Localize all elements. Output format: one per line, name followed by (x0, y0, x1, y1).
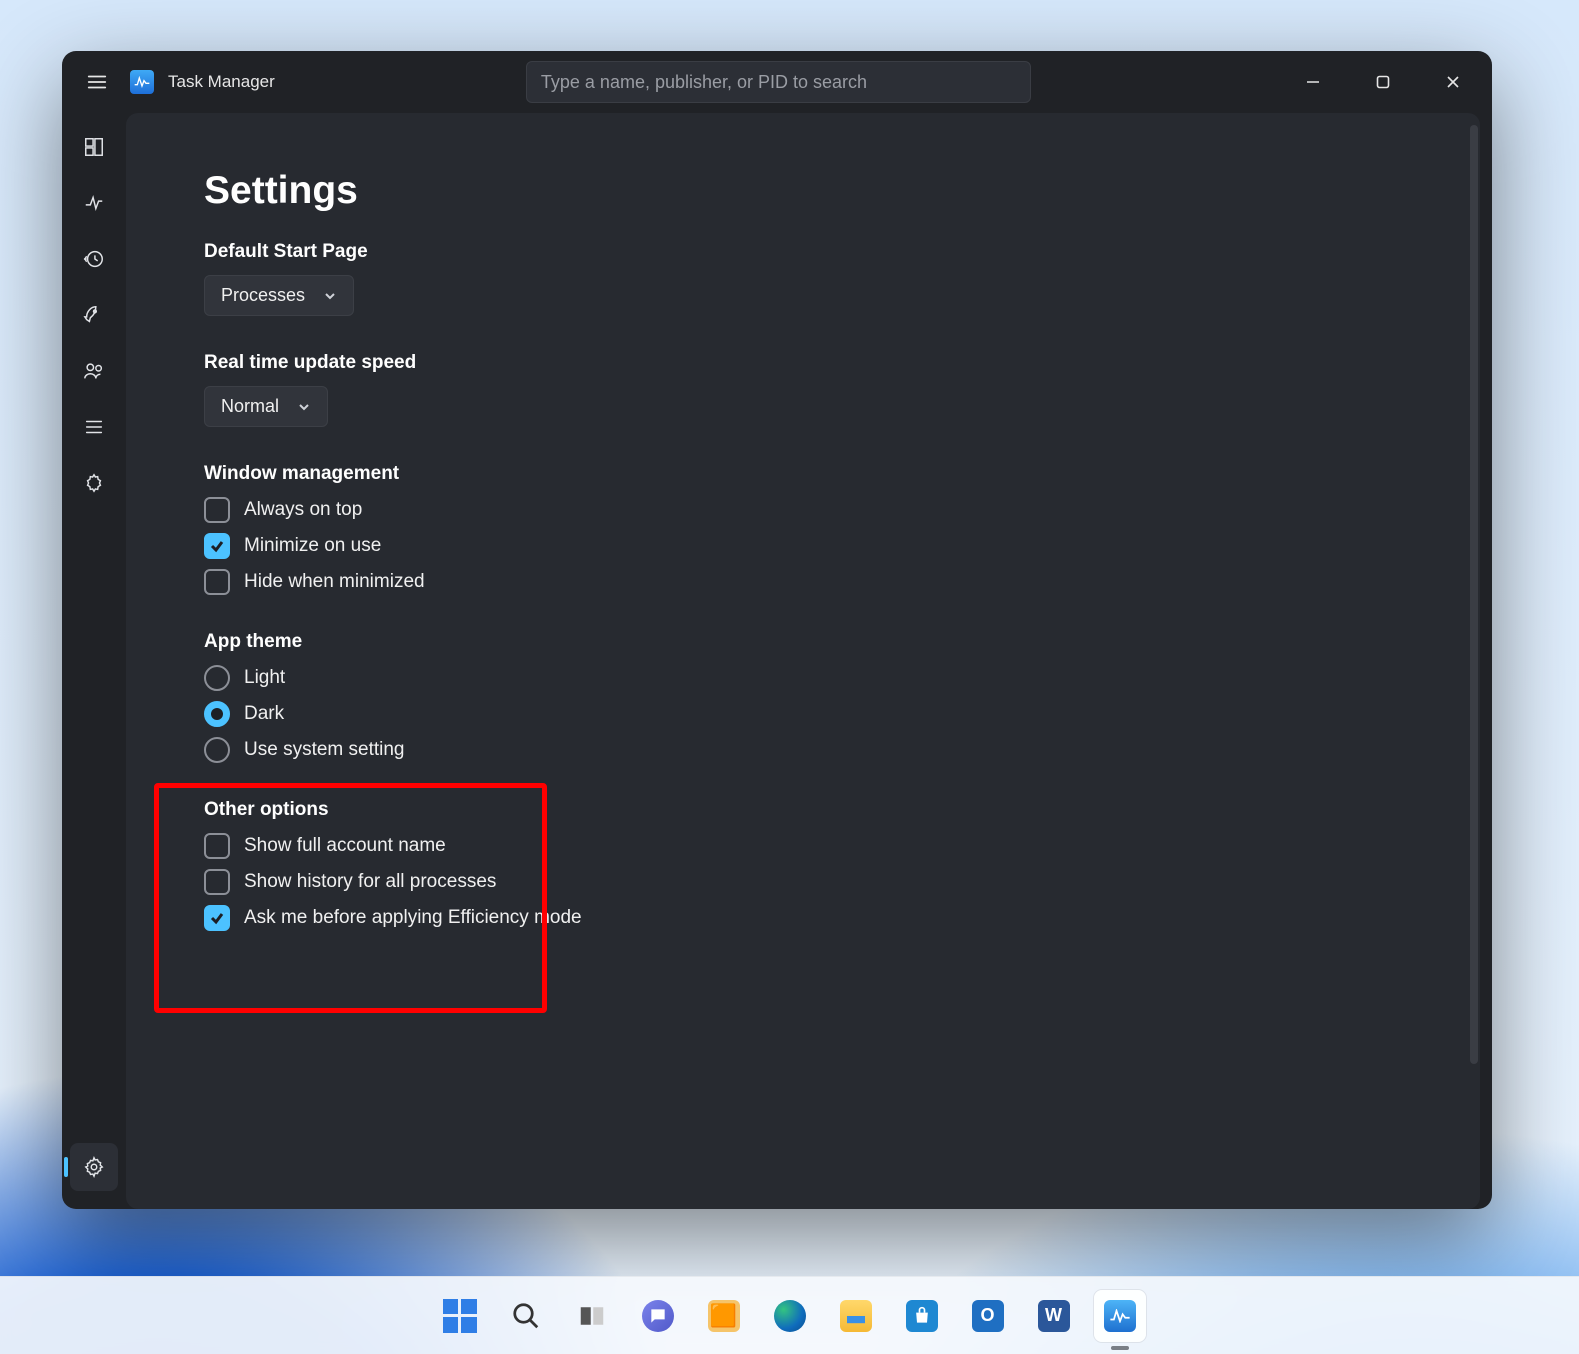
checkbox-full-account-name[interactable]: Show full account name (204, 833, 1402, 859)
sidebar-item-settings[interactable] (70, 1143, 118, 1191)
hamburger-menu-button[interactable] (72, 57, 122, 107)
checkbox-always-on-top[interactable]: Always on top (204, 497, 1402, 523)
radio-label: Light (244, 667, 285, 689)
settings-page: Settings Default Start Page Processes Re… (126, 113, 1480, 1209)
task-view-icon (577, 1301, 607, 1331)
taskbar-chat-button[interactable] (632, 1290, 684, 1342)
taskbar-start-button[interactable] (434, 1290, 486, 1342)
checkbox-label: Show full account name (244, 835, 446, 857)
page-title: Settings (204, 169, 1402, 213)
content-scrollbar[interactable] (1470, 115, 1478, 1207)
radio-label: Use system setting (244, 739, 405, 761)
update-speed-dropdown[interactable]: Normal (204, 386, 328, 427)
app-icon: 🟧 (708, 1300, 740, 1332)
taskbar-task-view-button[interactable] (566, 1290, 618, 1342)
close-button[interactable] (1422, 57, 1484, 107)
taskbar-search-button[interactable] (500, 1290, 552, 1342)
checkbox-ask-efficiency-mode[interactable]: Ask me before applying Efficiency mode (204, 905, 1402, 931)
section-title-default-start-page: Default Start Page (204, 241, 1402, 263)
taskbar-outlook-button[interactable]: O (962, 1290, 1014, 1342)
checkbox-icon (204, 569, 230, 595)
checkbox-hide-when-minimized[interactable]: Hide when minimized (204, 569, 1402, 595)
checkbox-label: Ask me before applying Efficiency mode (244, 907, 582, 929)
section-title-update-speed: Real time update speed (204, 352, 1402, 374)
sidebar-item-details[interactable] (70, 403, 118, 451)
radio-theme-system[interactable]: Use system setting (204, 737, 1402, 763)
task-manager-icon (1104, 1300, 1136, 1332)
content-area: Settings Default Start Page Processes Re… (126, 113, 1492, 1209)
windows-logo-icon (443, 1299, 477, 1333)
folder-icon (840, 1300, 872, 1332)
section-title-other-options: Other options (204, 799, 1402, 821)
sidebar-item-app-history[interactable] (70, 235, 118, 283)
checkbox-icon (204, 905, 230, 931)
radio-theme-light[interactable]: Light (204, 665, 1402, 691)
scrollbar-thumb[interactable] (1470, 125, 1478, 1064)
task-manager-icon (130, 70, 154, 94)
titlebar: Task Manager (62, 51, 1492, 113)
checkbox-label: Hide when minimized (244, 571, 425, 593)
checkbox-label: Show history for all processes (244, 871, 496, 893)
edge-icon (774, 1300, 806, 1332)
checkbox-icon (204, 869, 230, 895)
checkbox-icon (204, 833, 230, 859)
sidebar (62, 113, 126, 1209)
checkbox-label: Always on top (244, 499, 362, 521)
chat-icon (642, 1300, 674, 1332)
section-title-app-theme: App theme (204, 631, 1402, 653)
sidebar-item-services[interactable] (70, 459, 118, 507)
taskbar-edge-button[interactable] (764, 1290, 816, 1342)
sidebar-item-startup[interactable] (70, 291, 118, 339)
store-icon (906, 1300, 938, 1332)
sidebar-item-performance[interactable] (70, 179, 118, 227)
checkbox-icon (204, 533, 230, 559)
default-start-page-value: Processes (221, 285, 305, 306)
section-title-window-management: Window management (204, 463, 1402, 485)
taskbar-task-manager-button[interactable] (1094, 1290, 1146, 1342)
radio-icon (204, 701, 230, 727)
chevron-down-icon (297, 400, 311, 414)
sidebar-item-users[interactable] (70, 347, 118, 395)
app-title: Task Manager (168, 72, 275, 92)
search-icon (511, 1301, 541, 1331)
checkbox-icon (204, 497, 230, 523)
default-start-page-dropdown[interactable]: Processes (204, 275, 354, 316)
radio-label: Dark (244, 703, 284, 725)
sidebar-item-processes[interactable] (70, 123, 118, 171)
outlook-icon: O (972, 1300, 1004, 1332)
chevron-down-icon (323, 289, 337, 303)
taskbar-store-button[interactable] (896, 1290, 948, 1342)
minimize-button[interactable] (1282, 57, 1344, 107)
taskbar: 🟧 O W (0, 1276, 1579, 1354)
taskbar-pinned-app-1[interactable]: 🟧 (698, 1290, 750, 1342)
search-box[interactable] (526, 61, 1031, 103)
checkbox-history-all-processes[interactable]: Show history for all processes (204, 869, 1402, 895)
radio-icon (204, 737, 230, 763)
maximize-button[interactable] (1352, 57, 1414, 107)
update-speed-value: Normal (221, 396, 279, 417)
radio-theme-dark[interactable]: Dark (204, 701, 1402, 727)
word-icon: W (1038, 1300, 1070, 1332)
task-manager-window: Task Manager (62, 51, 1492, 1209)
checkbox-label: Minimize on use (244, 535, 381, 557)
taskbar-word-button[interactable]: W (1028, 1290, 1080, 1342)
taskbar-file-explorer-button[interactable] (830, 1290, 882, 1342)
checkbox-minimize-on-use[interactable]: Minimize on use (204, 533, 1402, 559)
window-body: Settings Default Start Page Processes Re… (62, 113, 1492, 1209)
search-input[interactable] (541, 72, 1016, 93)
radio-icon (204, 665, 230, 691)
